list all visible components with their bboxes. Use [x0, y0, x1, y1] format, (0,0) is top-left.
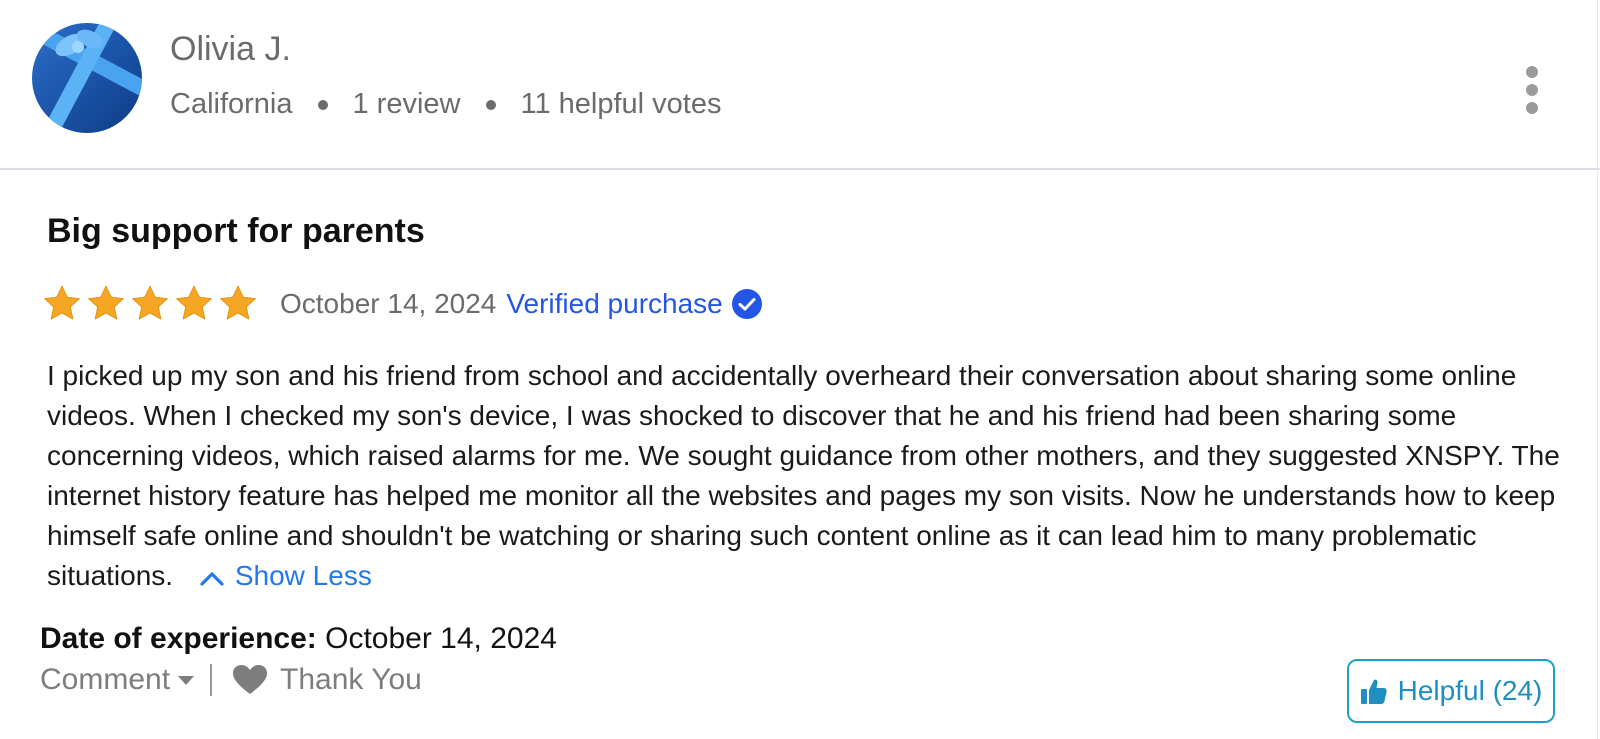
caret-down-icon [178, 675, 195, 685]
review-actions: Comment Thank You [40, 660, 422, 700]
reviewer-location: California [170, 88, 293, 120]
date-of-experience: Date of experience: October 14, 2024 [40, 622, 557, 656]
more-options-icon[interactable] [1520, 66, 1544, 114]
reviewer-avatar[interactable] [32, 23, 142, 133]
date-of-experience-value: October 14, 2024 [325, 622, 557, 655]
kebab-dot [1526, 102, 1538, 114]
reviewer-name[interactable]: Olivia J. [170, 30, 291, 69]
reviewer-header: Olivia J. California 1 review 11 helpful… [0, 0, 1600, 170]
reviewer-meta: California 1 review 11 helpful votes [170, 88, 722, 121]
gift-box-avatar-icon [32, 23, 142, 133]
review-body: I picked up my son and his friend from s… [47, 356, 1567, 596]
star-icon [176, 285, 212, 320]
comment-dropdown[interactable]: Comment [40, 663, 195, 697]
verified-purchase-label[interactable]: Verified purchase [506, 288, 722, 320]
heart-icon [233, 665, 268, 694]
separator-dot [485, 99, 496, 110]
reviewer-helpful-votes: 11 helpful votes [520, 88, 722, 120]
action-divider [210, 664, 213, 696]
thank-you-label: Thank You [280, 663, 422, 696]
star-icon [44, 285, 80, 320]
rating-row: October 14, 2024 Verified purchase [42, 284, 763, 324]
kebab-dot [1526, 66, 1538, 78]
thank-you-button[interactable]: Thank You [232, 663, 422, 697]
star-icon [88, 285, 124, 320]
review-text: I picked up my son and his friend from s… [47, 360, 1560, 591]
star-rating [42, 284, 258, 324]
verified-check-icon [731, 289, 762, 319]
card-border [1597, 0, 1598, 739]
helpful-button[interactable]: Helpful (24) [1347, 659, 1555, 723]
helpful-label: Helpful (24) [1397, 675, 1543, 706]
show-less-link[interactable]: Show Less [199, 560, 372, 591]
separator-dot [317, 99, 328, 110]
star-icon [220, 285, 256, 320]
thumbs-up-icon [1360, 679, 1387, 704]
review-date: October 14, 2024 [280, 288, 497, 319]
date-of-experience-label: Date of experience: [40, 622, 317, 655]
show-less-label: Show Less [234, 560, 372, 591]
comment-label: Comment [40, 663, 171, 696]
review-title: Big support for parents [47, 212, 425, 250]
kebab-dot [1526, 84, 1538, 96]
reviewer-review-count: 1 review [352, 88, 461, 120]
star-icon [132, 285, 168, 320]
chevron-up-icon [200, 572, 224, 586]
